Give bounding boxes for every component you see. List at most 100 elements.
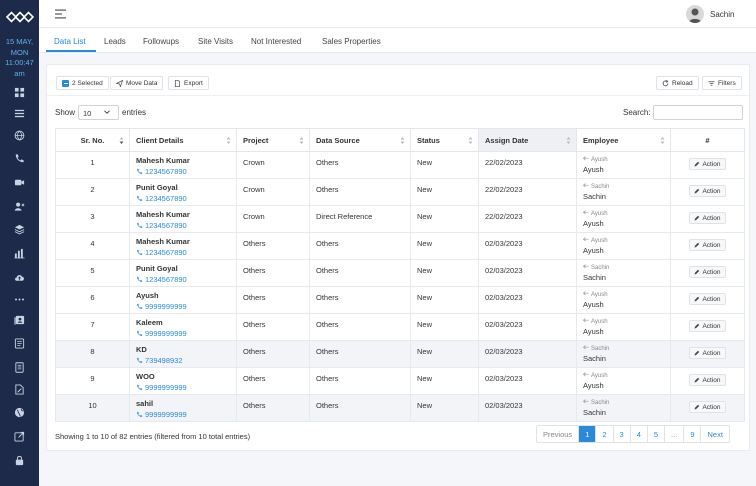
page-next[interactable]: Next — [701, 426, 729, 442]
filters-button[interactable]: Filters — [702, 76, 742, 90]
page-size-select[interactable]: 10 — [78, 105, 119, 120]
sidebar-item-export-box[interactable] — [12, 429, 27, 444]
table-row[interactable]: 10 sahil 9999999999 Others Others New 02/03/20… — [55, 394, 745, 422]
page-5[interactable]: 5 — [647, 426, 666, 442]
client-phone: 9999999999 — [145, 329, 187, 338]
sidebar-item-contact-card[interactable] — [12, 313, 27, 328]
action-button[interactable]: Action — [689, 266, 726, 278]
table-row[interactable]: 2 Punit Goyal 1234567890 Crown Others New 22/0… — [55, 178, 745, 206]
cell-employee: Ayush Ayush — [576, 367, 671, 395]
list-icon — [14, 109, 25, 118]
tab-followups[interactable]: Followups — [143, 37, 179, 46]
reload-button[interactable]: Reload — [656, 76, 699, 90]
action-button[interactable]: Action — [689, 185, 726, 197]
action-button[interactable]: Action — [689, 320, 726, 332]
avatar[interactable] — [686, 5, 704, 23]
sort-icon — [468, 137, 473, 144]
client-phone-link[interactable]: 1234567890 — [136, 248, 236, 257]
sidebar-item-file-edit[interactable] — [12, 382, 27, 397]
action-button[interactable]: Action — [689, 158, 726, 170]
page-2[interactable]: 2 — [596, 426, 614, 442]
table-row[interactable]: 8 KD 739498932 Others Others New 02/03/2023 Sac… — [55, 340, 745, 368]
col-assign-date[interactable]: Assign Date — [478, 128, 577, 152]
col-data-source[interactable]: Data Source — [309, 128, 411, 152]
sidebar-item-video[interactable] — [12, 175, 27, 190]
client-name[interactable]: WOO — [136, 372, 236, 381]
col-client-details[interactable]: Client Details — [129, 128, 237, 152]
client-name[interactable]: Mahesh Kumar — [136, 156, 236, 165]
action-button[interactable]: Action — [689, 374, 726, 386]
table-row[interactable]: 7 Kaleem 9999999999 Others Others New 02/03/20… — [55, 313, 745, 341]
search-input[interactable] — [653, 105, 743, 120]
page-3[interactable]: 3 — [613, 426, 631, 442]
client-phone-link[interactable]: 1234567890 — [136, 221, 236, 230]
current-employee: Ayush — [583, 300, 604, 309]
table-row[interactable]: 3 Mahesh Kumar 1234567890 Crown Direct Refer… — [55, 205, 745, 233]
action-button[interactable]: Action — [689, 239, 726, 251]
table-row[interactable]: 6 Ayush 9999999999 Others Others New 02/03/202… — [55, 286, 745, 314]
client-name[interactable]: KD — [136, 345, 236, 354]
sidebar-item-globe-alt[interactable] — [12, 405, 27, 420]
user-name[interactable]: Sachin — [710, 10, 734, 19]
col-data-source-label: Data Source — [316, 135, 360, 145]
sidebar-item-document[interactable] — [12, 336, 27, 351]
client-phone-link[interactable]: 739498932 — [136, 356, 236, 365]
sidebar-item-user-x[interactable] — [12, 199, 27, 214]
export-button[interactable]: Export — [168, 76, 209, 90]
sidebar-item-list[interactable] — [12, 106, 27, 121]
page-9[interactable]: 9 — [684, 426, 702, 442]
sidebar-item-layers[interactable] — [12, 222, 27, 237]
sidebar-item-dashboard[interactable] — [12, 85, 27, 100]
cell-client-details: Punit Goyal 1234567890 — [129, 259, 237, 287]
table-row[interactable]: 5 Punit Goyal 1234567890 Others Others New 02/… — [55, 259, 745, 287]
client-name[interactable]: Punit Goyal — [136, 264, 236, 273]
selected-count-button[interactable]: 2 Selected — [56, 76, 109, 90]
col-sr-no[interactable]: Sr. No. — [55, 128, 130, 152]
sidebar-item-globe[interactable] — [12, 128, 27, 143]
action-button[interactable]: Action — [689, 212, 726, 224]
client-name[interactable]: Mahesh Kumar — [136, 210, 236, 219]
client-phone-link[interactable]: 1234567890 — [136, 275, 236, 284]
assign-date: 22/02/2023 — [485, 212, 523, 221]
tab-leads[interactable]: Leads — [104, 37, 126, 46]
tab-sales-properties[interactable]: Sales Properties — [322, 37, 381, 46]
sidebar-item-report[interactable] — [12, 360, 27, 375]
col-employee[interactable]: Employee — [576, 128, 671, 152]
client-name[interactable]: Kaleem — [136, 318, 236, 327]
bar-chart-icon — [14, 248, 25, 259]
action-button[interactable]: Action — [689, 401, 726, 413]
client-phone-link[interactable]: 1234567890 — [136, 167, 236, 176]
menu-toggle-icon[interactable] — [55, 9, 67, 19]
sidebar-item-lock[interactable] — [12, 453, 27, 468]
client-phone-link[interactable]: 9999999999 — [136, 329, 236, 338]
page-1[interactable]: 1 — [579, 426, 597, 442]
tab-data-list[interactable]: Data List — [54, 37, 86, 46]
action-button[interactable]: Action — [689, 347, 726, 359]
page-previous[interactable]: Previous — [537, 426, 580, 442]
col-project[interactable]: Project — [236, 128, 310, 152]
tab-site-visits[interactable]: Site Visits — [198, 37, 233, 46]
client-phone-link[interactable]: 9999999999 — [136, 302, 236, 311]
client-name[interactable]: Punit Goyal — [136, 183, 236, 192]
client-name[interactable]: sahil — [136, 399, 236, 408]
cell-action: Action — [670, 232, 745, 260]
client-phone-link[interactable]: 9999999999 — [136, 410, 236, 419]
client-phone-link[interactable]: 1234567890 — [136, 194, 236, 203]
sidebar-item-phone[interactable] — [12, 151, 27, 166]
table-row[interactable]: 9 WOO 9999999999 Others Others New 02/03/2023 A… — [55, 367, 745, 395]
table-row[interactable]: 4 Mahesh Kumar 1234567890 Others Others New 02… — [55, 232, 745, 260]
col-status-label: Status — [417, 135, 440, 145]
move-data-button[interactable]: Move Data — [110, 76, 164, 90]
col-status[interactable]: Status — [410, 128, 479, 152]
sidebar-item-bar-chart[interactable] — [12, 246, 27, 261]
table-row[interactable]: 1 Mahesh Kumar 1234567890 Crown Others New 22/… — [55, 151, 745, 179]
logo-icon[interactable] — [6, 8, 34, 26]
page-4[interactable]: 4 — [630, 426, 648, 442]
sidebar-item-cloud-upload[interactable] — [12, 270, 27, 285]
client-name[interactable]: Mahesh Kumar — [136, 237, 236, 246]
client-name[interactable]: Ayush — [136, 291, 236, 300]
tab-not-interested[interactable]: Not Interested — [251, 37, 301, 46]
action-button[interactable]: Action — [689, 293, 726, 305]
client-phone-link[interactable]: 9999999999 — [136, 383, 236, 392]
sidebar-item-more[interactable] — [12, 292, 27, 307]
